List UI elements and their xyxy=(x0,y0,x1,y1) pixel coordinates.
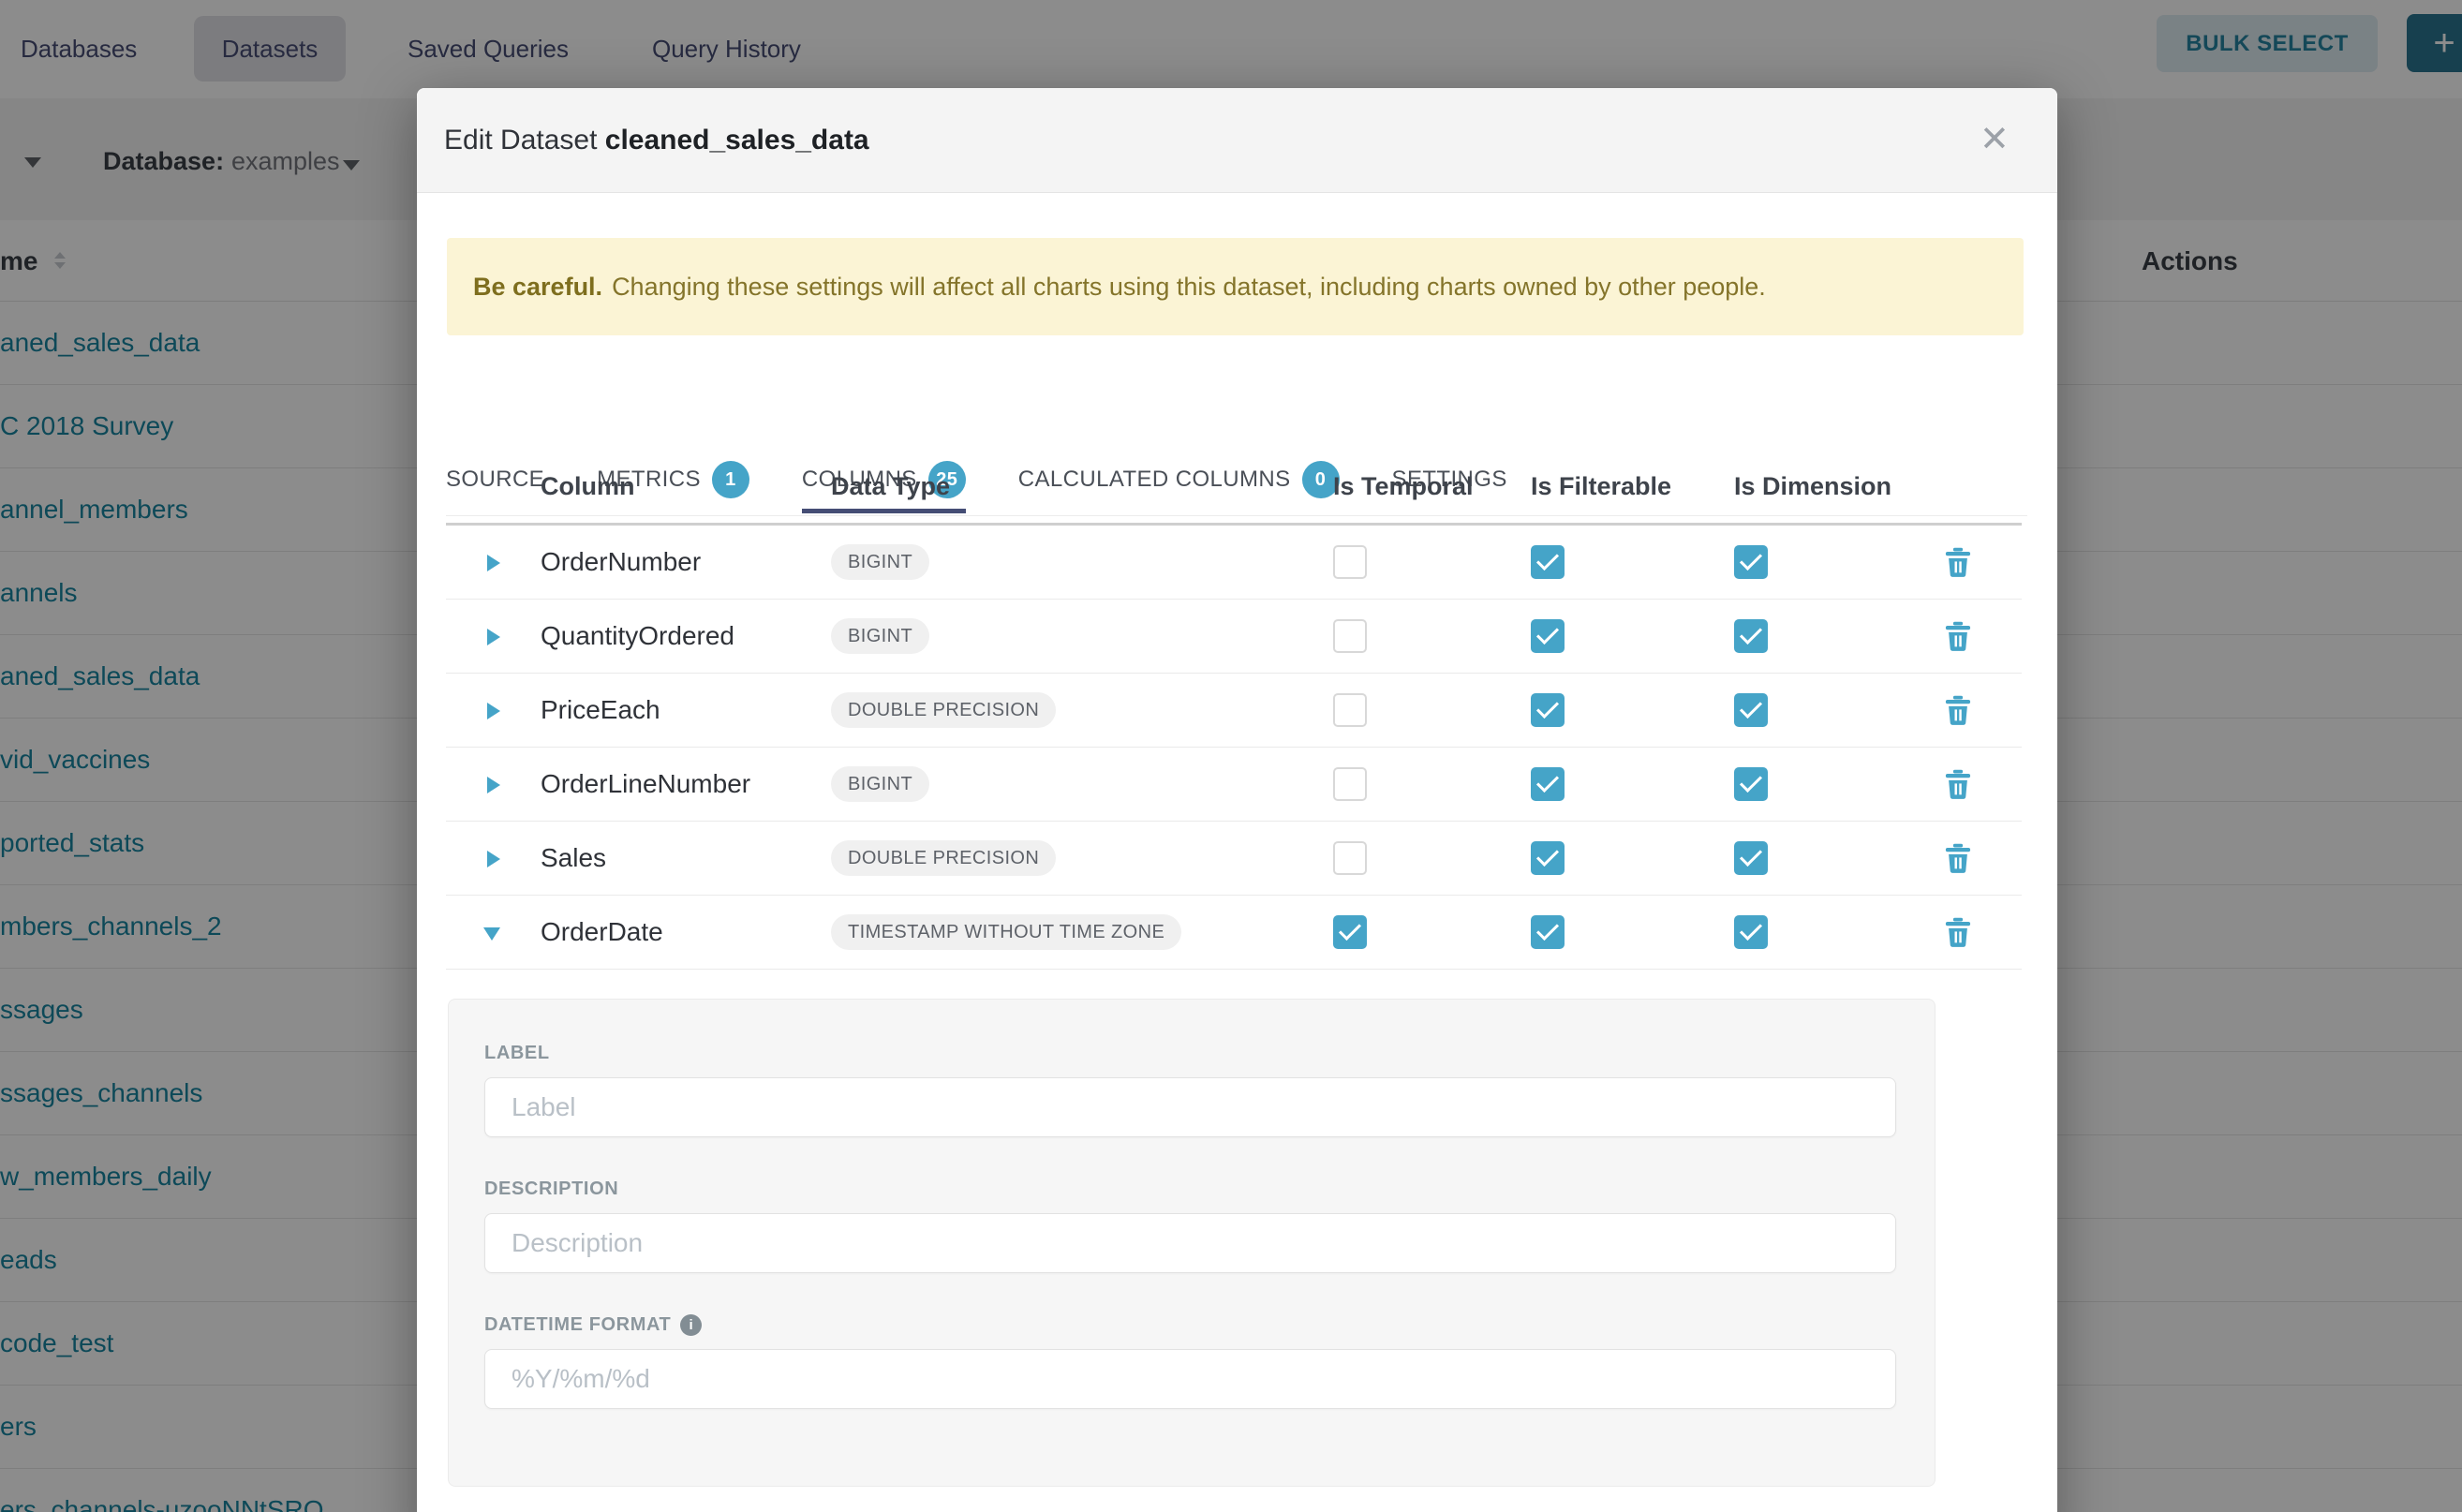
modal-title-dataset-name: cleaned_sales_data xyxy=(605,125,869,156)
column-name: OrderDate xyxy=(541,917,663,947)
modal-header: Edit Dataset cleaned_sales_data ✕ xyxy=(417,88,2057,193)
is-temporal-checkbox[interactable] xyxy=(1333,767,1367,801)
is-dimension-checkbox[interactable] xyxy=(1734,619,1768,653)
column-name: QuantityOrdered xyxy=(541,621,734,651)
expand-caret-icon[interactable] xyxy=(487,555,500,571)
column-name: Sales xyxy=(541,843,606,873)
column-name: OrderNumber xyxy=(541,547,701,577)
column-row-priceeach: PriceEach DOUBLE PRECISION xyxy=(446,674,2022,748)
is-filterable-checkbox[interactable] xyxy=(1531,767,1565,801)
is-temporal-checkbox[interactable] xyxy=(1333,619,1367,653)
delete-column-icon[interactable] xyxy=(1944,547,1972,582)
field-label: LABEL xyxy=(484,1043,1896,1137)
is-filterable-checkbox[interactable] xyxy=(1531,841,1565,875)
column-name: PriceEach xyxy=(541,695,660,725)
is-temporal-checkbox[interactable] xyxy=(1333,693,1367,727)
delete-column-icon[interactable] xyxy=(1944,769,1972,804)
delete-column-icon[interactable] xyxy=(1944,695,1972,730)
warning-banner: Be careful. Changing these settings will… xyxy=(447,238,2024,335)
is-dimension-checkbox[interactable] xyxy=(1734,841,1768,875)
is-filterable-header: Is Filterable xyxy=(1531,472,1671,501)
column-row-ordernumber: OrderNumber BIGINT xyxy=(446,526,2022,600)
field-label: LABEL xyxy=(484,1043,1896,1064)
column-row-quantityordered: QuantityOrdered BIGINT xyxy=(446,600,2022,674)
collapse-caret-icon[interactable] xyxy=(483,927,500,941)
column-name: OrderLineNumber xyxy=(541,769,750,799)
delete-column-icon[interactable] xyxy=(1944,843,1972,878)
field-label: DATETIME FORMAT i xyxy=(484,1314,1896,1336)
is-filterable-checkbox[interactable] xyxy=(1531,619,1565,653)
column-detail-panel: LABEL DESCRIPTION DATETIME FORMAT i xyxy=(448,999,1935,1487)
column-header: Column xyxy=(541,472,635,501)
info-icon[interactable]: i xyxy=(680,1314,702,1336)
data-type-badge: BIGINT xyxy=(831,618,929,654)
is-temporal-checkbox[interactable] xyxy=(1333,841,1367,875)
warning-banner-text: Changing these settings will affect all … xyxy=(612,273,1766,302)
expand-caret-icon[interactable] xyxy=(487,777,500,793)
field-label-text: DESCRIPTION xyxy=(484,1178,618,1200)
label-input[interactable] xyxy=(484,1077,1896,1137)
column-row-orderlinenumber: OrderLineNumber BIGINT xyxy=(446,748,2022,822)
data-type-badge: TIMESTAMP WITHOUT TIME ZONE xyxy=(831,914,1181,950)
is-dimension-checkbox[interactable] xyxy=(1734,767,1768,801)
is-temporal-header: Is Temporal xyxy=(1333,472,1474,501)
is-dimension-checkbox[interactable] xyxy=(1734,545,1768,579)
description-input[interactable] xyxy=(484,1213,1896,1273)
delete-column-icon[interactable] xyxy=(1944,621,1972,656)
field-label-text: DATETIME FORMAT xyxy=(484,1314,671,1336)
is-filterable-checkbox[interactable] xyxy=(1531,545,1565,579)
edit-dataset-modal: Edit Dataset cleaned_sales_data ✕ Be car… xyxy=(417,88,2057,1512)
is-filterable-checkbox[interactable] xyxy=(1531,915,1565,949)
data-type-badge: DOUBLE PRECISION xyxy=(831,692,1056,728)
data-type-badge: DOUBLE PRECISION xyxy=(831,840,1056,876)
is-filterable-checkbox[interactable] xyxy=(1531,693,1565,727)
expand-caret-icon[interactable] xyxy=(487,703,500,719)
column-row-orderdate: OrderDate TIMESTAMP WITHOUT TIME ZONE xyxy=(446,896,2022,970)
data-type-header: Data Type xyxy=(831,472,950,501)
is-temporal-checkbox[interactable] xyxy=(1333,915,1367,949)
superset-datasets-page: DatabasesDatasetsSaved QueriesQuery Hist… xyxy=(0,0,2462,1512)
close-icon[interactable]: ✕ xyxy=(1980,88,2010,193)
is-temporal-checkbox[interactable] xyxy=(1333,545,1367,579)
modal-title-prefix: Edit Dataset xyxy=(444,125,597,156)
is-dimension-checkbox[interactable] xyxy=(1734,693,1768,727)
expand-caret-icon[interactable] xyxy=(487,629,500,645)
field-label-text: LABEL xyxy=(484,1043,550,1064)
column-row-sales: Sales DOUBLE PRECISION xyxy=(446,822,2022,896)
data-type-badge: BIGINT xyxy=(831,544,929,580)
datetime-format-input[interactable] xyxy=(484,1349,1896,1409)
field-label: DESCRIPTION xyxy=(484,1178,1896,1200)
field-datetime-format: DATETIME FORMAT i xyxy=(484,1314,1896,1409)
modal-title: Edit Dataset cleaned_sales_data xyxy=(444,88,869,193)
is-dimension-header: Is Dimension xyxy=(1734,472,1891,501)
columns-table-body: OrderNumber BIGINT QuantityOrdered BIGINT Pr… xyxy=(446,526,2022,970)
warning-banner-bold: Be careful. xyxy=(473,273,602,302)
field-description: DESCRIPTION xyxy=(484,1178,1896,1273)
is-dimension-checkbox[interactable] xyxy=(1734,915,1768,949)
expand-caret-icon[interactable] xyxy=(487,851,500,867)
columns-table-header: Column Data Type Is Temporal Is Filterab… xyxy=(446,459,2022,526)
data-type-badge: BIGINT xyxy=(831,766,929,802)
delete-column-icon[interactable] xyxy=(1944,917,1972,952)
